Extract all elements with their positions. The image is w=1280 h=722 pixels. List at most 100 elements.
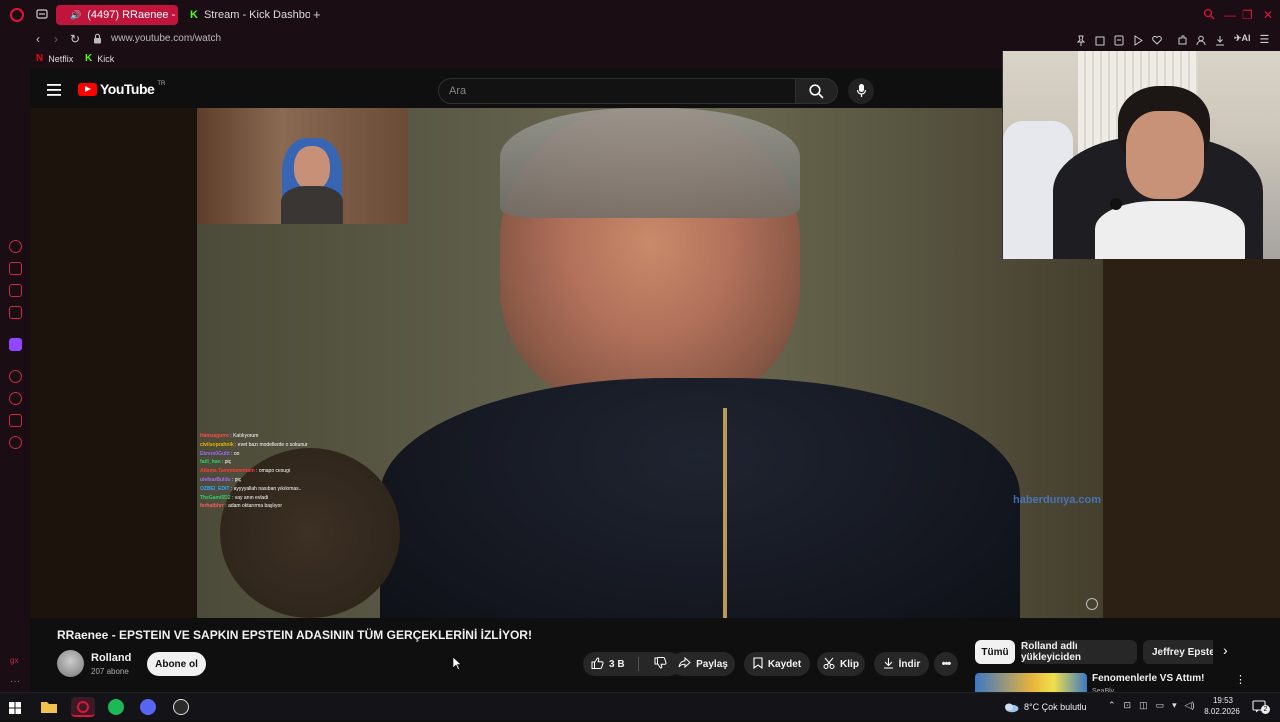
webcam-microphone xyxy=(1110,198,1122,210)
tray-network-icon[interactable]: ▭ xyxy=(1156,700,1165,711)
shield-icon[interactable] xyxy=(1114,33,1124,51)
forward-arrow-icon[interactable]: › xyxy=(54,32,58,46)
subscribe-button[interactable]: Abone ol xyxy=(147,652,206,676)
sidebar-settings-icon[interactable] xyxy=(9,436,22,449)
sidebar-player-icon[interactable] xyxy=(9,370,22,383)
sidebar-twitch-icon[interactable] xyxy=(9,338,22,351)
close-button[interactable]: ✕ xyxy=(1263,8,1273,22)
chips-next-icon[interactable]: › xyxy=(1223,642,1228,658)
sidebar-more-icon[interactable]: ··· xyxy=(10,676,20,687)
share-button[interactable]: Paylaş xyxy=(671,652,735,676)
channel-name[interactable]: Rolland xyxy=(91,652,131,664)
bookmark-kick[interactable]: K Kick xyxy=(85,53,114,64)
clip-button[interactable]: Klip xyxy=(817,652,865,676)
bookmark-icon xyxy=(753,656,763,672)
weather-text[interactable]: 8°C Çok bulutlu xyxy=(1024,702,1087,712)
aria-ai-button[interactable]: ✈AI xyxy=(1234,33,1251,51)
recommended-thumbnail[interactable] xyxy=(975,673,1087,692)
tab-kick-dashboard[interactable]: K Stream - Kick Dashboard xyxy=(182,5,310,25)
search-input[interactable]: Ara xyxy=(438,78,796,104)
new-tab-button[interactable]: + xyxy=(313,7,321,22)
opera-gx-taskbar-icon[interactable] xyxy=(71,697,95,717)
windows-taskbar: 8°C Çok bulutlu ⌃ ⊡ ◫ ▭ ▾ ◁) 19:53 8.02.… xyxy=(0,692,1280,720)
microphone-icon xyxy=(856,84,867,103)
start-icon[interactable] xyxy=(9,701,21,719)
sidebar-workspaces-icon[interactable] xyxy=(9,262,22,275)
profile-icon[interactable] xyxy=(1196,33,1206,51)
extensions-icon[interactable] xyxy=(1177,33,1187,51)
sidebar-instagram-icon[interactable] xyxy=(9,306,22,319)
channel-watermark-icon[interactable] xyxy=(1086,598,1098,610)
chip-from-uploader[interactable]: Rolland adlı yükleyiciden xyxy=(1021,640,1137,664)
mouse-cursor-icon xyxy=(452,656,462,675)
chat-message: fatli_han : piç xyxy=(200,458,450,467)
tab-label: (4497) RRaenee - EPS xyxy=(87,9,178,21)
tray-chevron-icon[interactable]: ⌃ xyxy=(1108,700,1116,711)
chat-message: TheGami5D2 : vay anın evladi xyxy=(200,494,450,503)
sidebar-aria-icon[interactable] xyxy=(9,240,22,253)
tray-mic-icon[interactable]: ▾ xyxy=(1172,700,1177,711)
opera-logo-icon[interactable] xyxy=(10,8,24,22)
save-button[interactable]: Kaydet xyxy=(744,652,810,676)
channel-avatar[interactable] xyxy=(57,650,84,677)
weather-icon[interactable] xyxy=(1003,700,1019,718)
like-button[interactable]: 3 B xyxy=(591,656,625,672)
voice-search-button[interactable] xyxy=(848,78,874,104)
streamer-facecam xyxy=(197,108,408,224)
tray-volume-icon[interactable]: ◁) xyxy=(1185,700,1195,711)
chip-all[interactable]: Tümü xyxy=(975,640,1015,664)
search-placeholder: Ara xyxy=(449,85,467,97)
bookmark-netflix[interactable]: N Netflix xyxy=(36,53,73,64)
chip-jeffrey-epstein[interactable]: Jeffrey Epste xyxy=(1143,640,1213,664)
file-explorer-icon[interactable] xyxy=(39,697,59,717)
chat-username: civilsoprahnik xyxy=(200,441,234,448)
obs-icon[interactable] xyxy=(171,697,191,717)
tab-menu-icon[interactable] xyxy=(36,8,48,23)
youtube-logo[interactable]: YouTube TR xyxy=(78,81,165,97)
streamer-head xyxy=(294,146,330,190)
discord-icon[interactable] xyxy=(138,697,158,717)
url-field[interactable]: www.youtube.com/watch xyxy=(111,33,221,44)
recommended-menu-icon[interactable]: ⋮ xyxy=(1235,673,1246,686)
spotify-icon[interactable] xyxy=(106,697,126,717)
clock-date[interactable]: 8.02.2026 xyxy=(1200,707,1244,716)
sidebar-messenger-icon[interactable] xyxy=(9,284,22,297)
download-button[interactable]: İndir xyxy=(874,652,929,676)
tab-youtube[interactable]: 🔊 (4497) RRaenee - EPS xyxy=(56,5,178,25)
hamburger-menu-icon[interactable] xyxy=(47,83,61,101)
snapshot-icon[interactable] xyxy=(1095,33,1105,51)
download-icon[interactable] xyxy=(1215,33,1225,51)
sidebar-history-icon[interactable] xyxy=(9,392,22,405)
reload-icon[interactable]: ↻ xyxy=(70,32,80,46)
play-icon[interactable] xyxy=(1133,33,1143,51)
back-arrow-icon[interactable]: ‹ xyxy=(36,32,40,46)
search-tabs-icon[interactable] xyxy=(1203,8,1215,23)
kick-favicon-icon: K xyxy=(190,9,198,21)
thumbs-down-icon xyxy=(654,656,667,672)
tray-security-icon[interactable]: ◫ xyxy=(1139,700,1148,711)
tray-usb-icon[interactable]: ⊡ xyxy=(1124,700,1132,711)
more-actions-button[interactable]: ••• xyxy=(934,652,958,676)
menu-icon[interactable]: ☰ xyxy=(1260,33,1270,51)
notification-icon[interactable]: 2 xyxy=(1252,700,1270,718)
minimize-button[interactable]: — xyxy=(1224,8,1236,22)
address-bar: ‹ › ↻ www.youtube.com/watch ✈AI ☰ xyxy=(0,30,1280,50)
dislike-button[interactable] xyxy=(654,656,667,672)
clock-time[interactable]: 19:53 xyxy=(1206,696,1240,705)
search-button[interactable] xyxy=(796,78,838,104)
webcam-overlay xyxy=(1002,51,1280,259)
webcam-face xyxy=(1126,111,1204,199)
sidebar-bookmarks-icon[interactable] xyxy=(9,414,22,427)
chat-username: OZBEI_EDIT xyxy=(200,485,230,492)
chat-username: Atlama Tammtammtam xyxy=(200,468,255,475)
recommended-title[interactable]: Fenomenlerle VS Attım! xyxy=(1092,673,1204,684)
chat-text: : adam oktarırma başlıyor xyxy=(223,503,282,510)
speaker-icon[interactable]: 🔊 xyxy=(70,10,81,21)
heart-icon[interactable] xyxy=(1152,33,1162,51)
opera-sidebar: gx ··· xyxy=(0,68,30,692)
share-icon xyxy=(678,656,691,671)
sidebar-gx-icon[interactable]: gx xyxy=(10,656,18,665)
pin-icon[interactable] xyxy=(1076,33,1086,51)
maximize-button[interactable]: ❐ xyxy=(1242,8,1253,22)
chat-username: ferhatbhrr xyxy=(200,503,224,510)
